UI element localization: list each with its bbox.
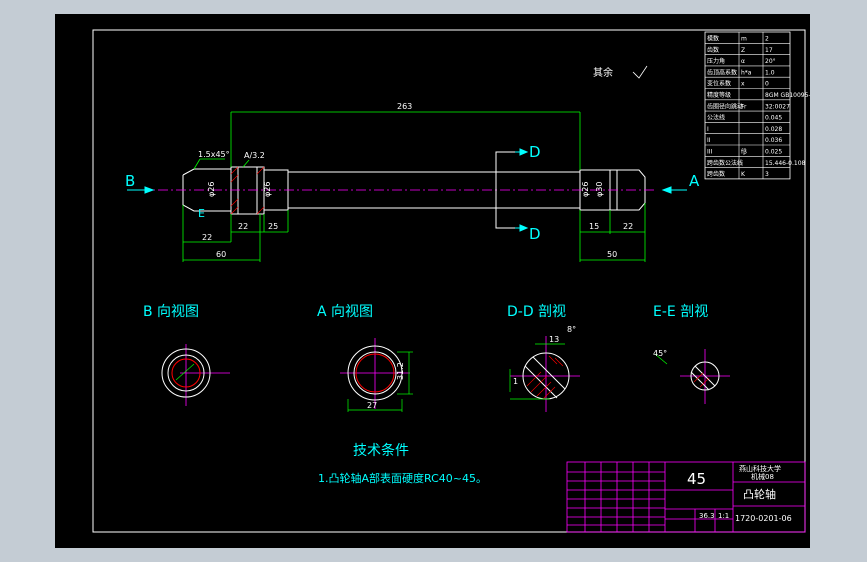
a-view-title: A 向视图 bbox=[317, 304, 373, 320]
params-cell: I bbox=[707, 126, 709, 133]
params-cell: 20° bbox=[765, 58, 776, 65]
params-cell: III bbox=[707, 149, 713, 156]
dim-dia-1: φ26 bbox=[207, 182, 216, 197]
tb-sheet: 36.3 bbox=[699, 512, 715, 520]
dim-left-2: 22 bbox=[238, 222, 248, 231]
params-cell: 0 bbox=[765, 81, 769, 88]
a-dim-2: 27 bbox=[367, 401, 377, 410]
params-cell: 跨齿数 bbox=[707, 170, 725, 178]
shaft-groove bbox=[230, 166, 265, 215]
label-d-bottom: D bbox=[529, 225, 541, 243]
drawing-frame: B A D D E 263 1.5x45° 22 22 25 60 15 22 … bbox=[55, 14, 810, 548]
params-cell: 1.0 bbox=[765, 69, 775, 76]
params-cell: 32:0027 bbox=[765, 103, 790, 110]
label-e: E bbox=[198, 207, 205, 220]
tech-heading: 技术条件 bbox=[353, 442, 409, 459]
tb-school: 燕山科技大学 bbox=[739, 464, 781, 473]
dd-dim-2: 1 bbox=[513, 377, 518, 386]
tb-scale: 45 bbox=[687, 470, 706, 488]
label-d-top: D bbox=[529, 143, 541, 161]
roughness-rest: 其余 bbox=[593, 66, 613, 79]
ee-dim-1: 45° bbox=[653, 349, 667, 358]
label-a: A bbox=[689, 172, 700, 190]
params-cell: α bbox=[741, 58, 745, 65]
params-cell: Fr bbox=[741, 103, 747, 110]
dim-right-1: 15 bbox=[589, 222, 599, 231]
tb-drawing-no: 1720-0201-06 bbox=[735, 514, 792, 523]
params-cell: K bbox=[741, 171, 746, 178]
params-cell: 0.045 bbox=[765, 115, 782, 122]
dimension-text: 263 1.5x45° 22 22 25 60 15 22 50 φ26 φ26… bbox=[198, 102, 633, 259]
params-cell: 模数 bbox=[707, 35, 719, 43]
params-cell: II bbox=[707, 137, 711, 144]
params-cell: 齿圈径向跳动 bbox=[707, 102, 743, 110]
dim-right-total: 50 bbox=[607, 250, 617, 259]
dd-view bbox=[509, 336, 580, 412]
groove-hatch bbox=[230, 166, 265, 215]
params-cell: x bbox=[741, 81, 745, 88]
params-cell: 0.036 bbox=[765, 137, 782, 144]
params-cell: 15.446-0.108 bbox=[765, 160, 806, 167]
dim-left-3: 25 bbox=[268, 222, 278, 231]
tech-note: 1.凸轮轴A部表面硬度RC40~45。 bbox=[318, 471, 487, 485]
section-arrow-a bbox=[661, 186, 687, 194]
dimensions bbox=[182, 111, 646, 262]
a-dim-1: 31.2 bbox=[396, 362, 405, 380]
dim-left-total: 60 bbox=[216, 250, 226, 259]
dim-left-1: 22 bbox=[202, 233, 212, 242]
tb-sheet-total: 1:1 bbox=[718, 512, 729, 520]
inner-border bbox=[92, 29, 806, 533]
dim-dia-3: φ26 bbox=[581, 182, 590, 197]
params-cell: 0.028 bbox=[765, 126, 782, 133]
params-table: 模数 m 2 齿数 Z 17 压力角 α 20° 齿顶高系数 h*a 1.0 变位系数 x 0 精度等级 8GM… bbox=[704, 31, 810, 180]
dd-view-title: D-D 剖视 bbox=[507, 304, 566, 320]
main-shaft-view bbox=[182, 166, 646, 215]
params-cell: 变位系数 bbox=[707, 80, 731, 88]
params-cell: 2 bbox=[765, 36, 769, 43]
dd-dim-1: 13 bbox=[549, 335, 559, 344]
dim-263: 263 bbox=[397, 102, 412, 111]
tb-class: 机械08 bbox=[751, 472, 774, 481]
tb-part-name: 凸轮轴 bbox=[743, 487, 776, 501]
label-b: B bbox=[125, 172, 135, 190]
dim-dia-4: φ30 bbox=[595, 182, 604, 197]
dim-right-2: 22 bbox=[623, 222, 633, 231]
params-cell: 齿数 bbox=[707, 46, 719, 54]
dim-dia-2: φ26 bbox=[263, 182, 272, 197]
params-cell: fβ bbox=[741, 149, 747, 156]
params-cell: 17 bbox=[765, 47, 773, 54]
params-cell: 3 bbox=[765, 171, 769, 178]
params-cell: 8GM GB10095-88 bbox=[765, 92, 810, 99]
params-cell: 公法线 bbox=[707, 114, 725, 122]
params-cell: 0.025 bbox=[765, 149, 782, 156]
roughness-mark: A/3.2 bbox=[244, 151, 265, 160]
ee-view-title: E-E 剖视 bbox=[653, 304, 708, 320]
params-cell: h*a bbox=[741, 69, 752, 76]
dim-bevel: 1.5x45° bbox=[198, 150, 230, 159]
params-cell: 齿顶高系数 bbox=[707, 68, 737, 76]
b-view bbox=[161, 344, 230, 406]
params-cell: m bbox=[741, 36, 747, 43]
cad-drawing: B A D D E 263 1.5x45° 22 22 25 60 15 22 … bbox=[92, 29, 810, 533]
params-cell: 跨齿数公法线 bbox=[707, 159, 743, 167]
dd-dim-3: 8° bbox=[567, 325, 576, 334]
params-cell: 压力角 bbox=[707, 57, 725, 65]
params-cell: 精度等级 bbox=[707, 91, 731, 99]
params-cell: Z bbox=[741, 47, 745, 54]
roughness-symbol bbox=[632, 65, 648, 79]
b-view-title: B 向视图 bbox=[143, 304, 199, 320]
